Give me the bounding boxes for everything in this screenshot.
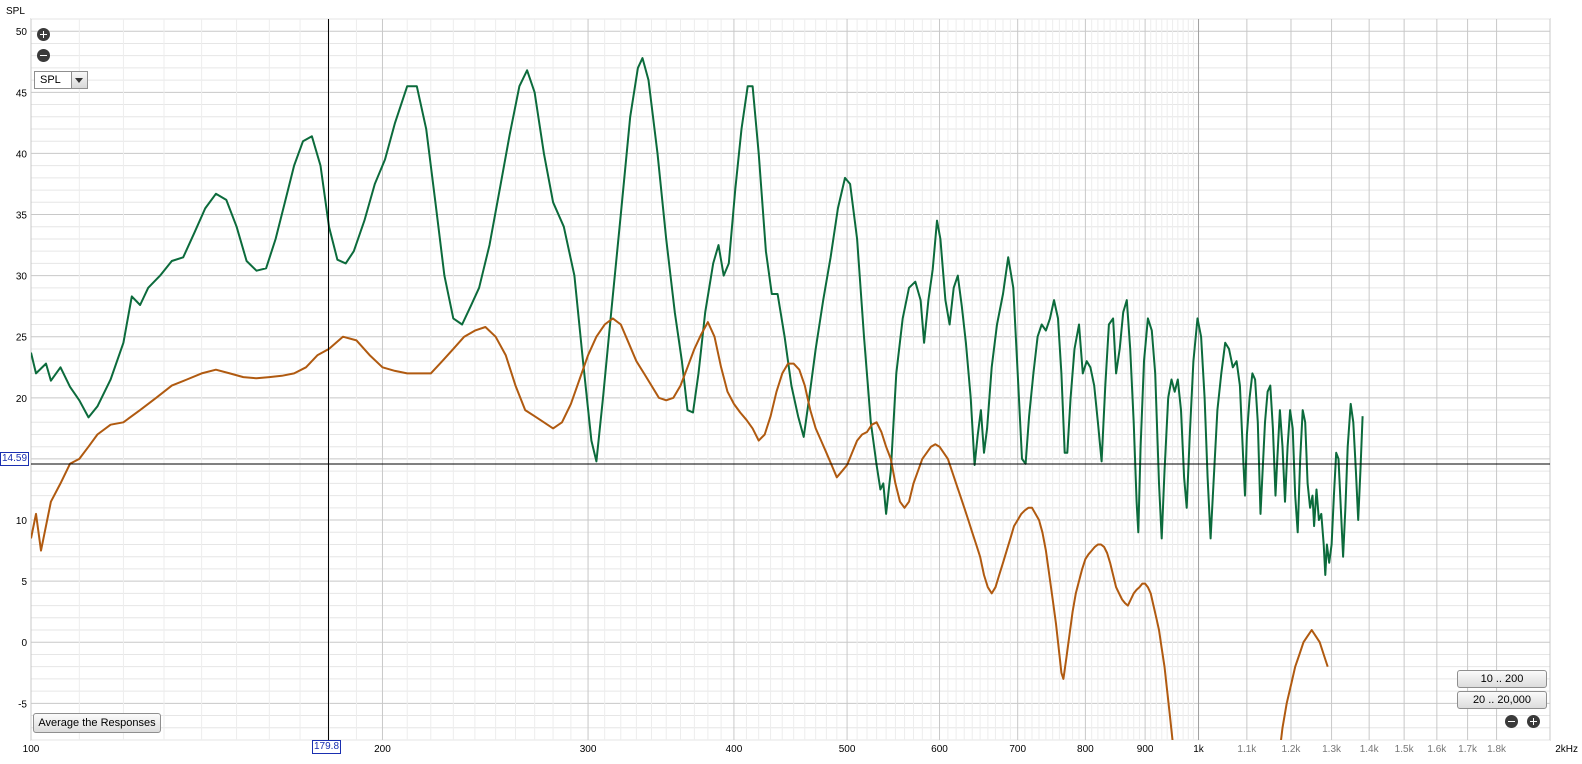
range-20-20000-button[interactable]: 20 .. 20,000 — [1457, 691, 1547, 709]
x-tick-label: 900 — [1137, 744, 1154, 755]
x-tick-label: 700 — [1009, 744, 1026, 755]
y-tick-label: -5 — [18, 699, 27, 710]
x-tick-label: 600 — [931, 744, 948, 755]
y-tick-label: 0 — [21, 638, 27, 649]
mode-select[interactable]: SPL — [34, 71, 88, 89]
cursor-x-readout: 179.8 — [312, 740, 342, 754]
y-tick-label: 50 — [16, 27, 28, 38]
mode-select-value: SPL — [40, 74, 61, 86]
x-tick-label: 1.6k — [1427, 744, 1447, 755]
chart-window: 100 200 300 400 500 600 700 800 900 1k 1.1k 1.2k 1.3… — [0, 0, 1582, 764]
x-tick-label: 1.4k — [1360, 744, 1380, 755]
x-tick-label: 1.3k — [1322, 744, 1342, 755]
x-tick-label: 1.5k — [1395, 744, 1415, 755]
y-tick-label: 35 — [16, 211, 28, 222]
y-tick-label: 20 — [16, 394, 28, 405]
y-tick-label: 25 — [16, 333, 28, 344]
y-tick-label: 30 — [16, 272, 28, 283]
x-tick-label: 1.8k — [1487, 744, 1507, 755]
x-tick-label: 1k — [1193, 744, 1205, 755]
x-tick-label: 300 — [580, 744, 597, 755]
average-responses-button[interactable]: Average the Responses — [33, 713, 161, 733]
y-tick-label: 45 — [16, 88, 28, 99]
x-tick-label: 200 — [374, 744, 391, 755]
chevron-down-icon[interactable] — [71, 72, 87, 88]
x-tick-label: 2kHz — [1555, 744, 1578, 755]
y-tick-label: 40 — [16, 149, 28, 160]
x-tick-label: 1.1k — [1237, 744, 1257, 755]
x-tick-label: 500 — [839, 744, 856, 755]
x-tick-label: 800 — [1077, 744, 1094, 755]
zoom-in-icon[interactable] — [37, 28, 50, 41]
x-tick-label: 1.7k — [1458, 744, 1478, 755]
spl-chart[interactable]: 100 200 300 400 500 600 700 800 900 1k 1.1k 1.2k 1.3… — [0, 0, 1582, 764]
zoom-in-x-icon[interactable] — [1527, 715, 1540, 728]
y-tick-label: 5 — [21, 577, 27, 588]
range-10-200-button[interactable]: 10 .. 200 — [1457, 670, 1547, 688]
y-axis-title: SPL — [6, 6, 25, 17]
cursor-y-readout: 14.59 — [0, 452, 30, 466]
x-tick-label: 100 — [23, 744, 40, 755]
zoom-out-icon[interactable] — [37, 49, 50, 62]
zoom-out-x-icon[interactable] — [1505, 715, 1518, 728]
y-tick-label: 10 — [16, 516, 28, 527]
x-tick-label: 400 — [726, 744, 743, 755]
x-tick-label: 1.2k — [1282, 744, 1302, 755]
